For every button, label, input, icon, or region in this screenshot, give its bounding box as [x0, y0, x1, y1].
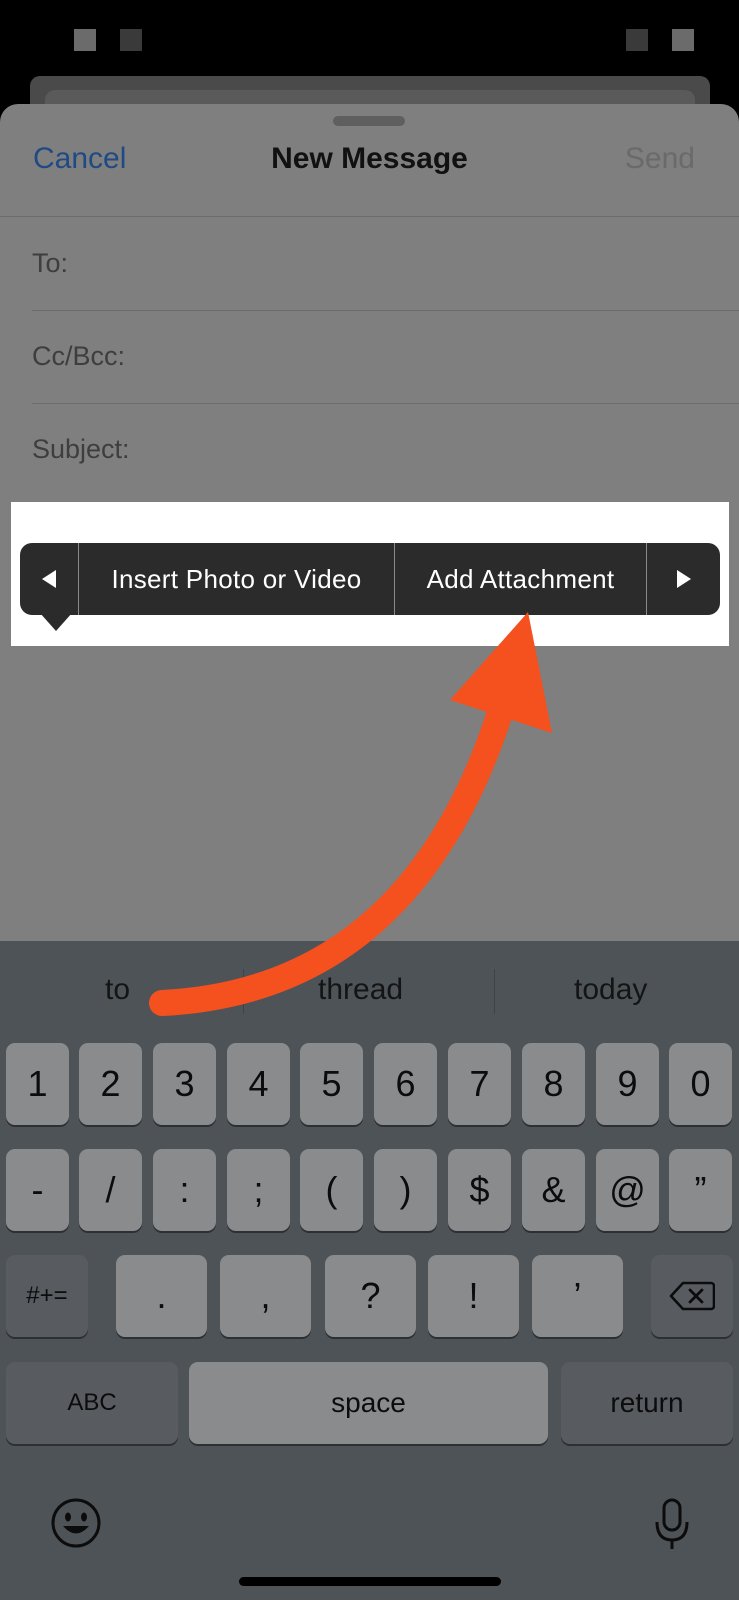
- annotation-arrow: [149, 612, 552, 1016]
